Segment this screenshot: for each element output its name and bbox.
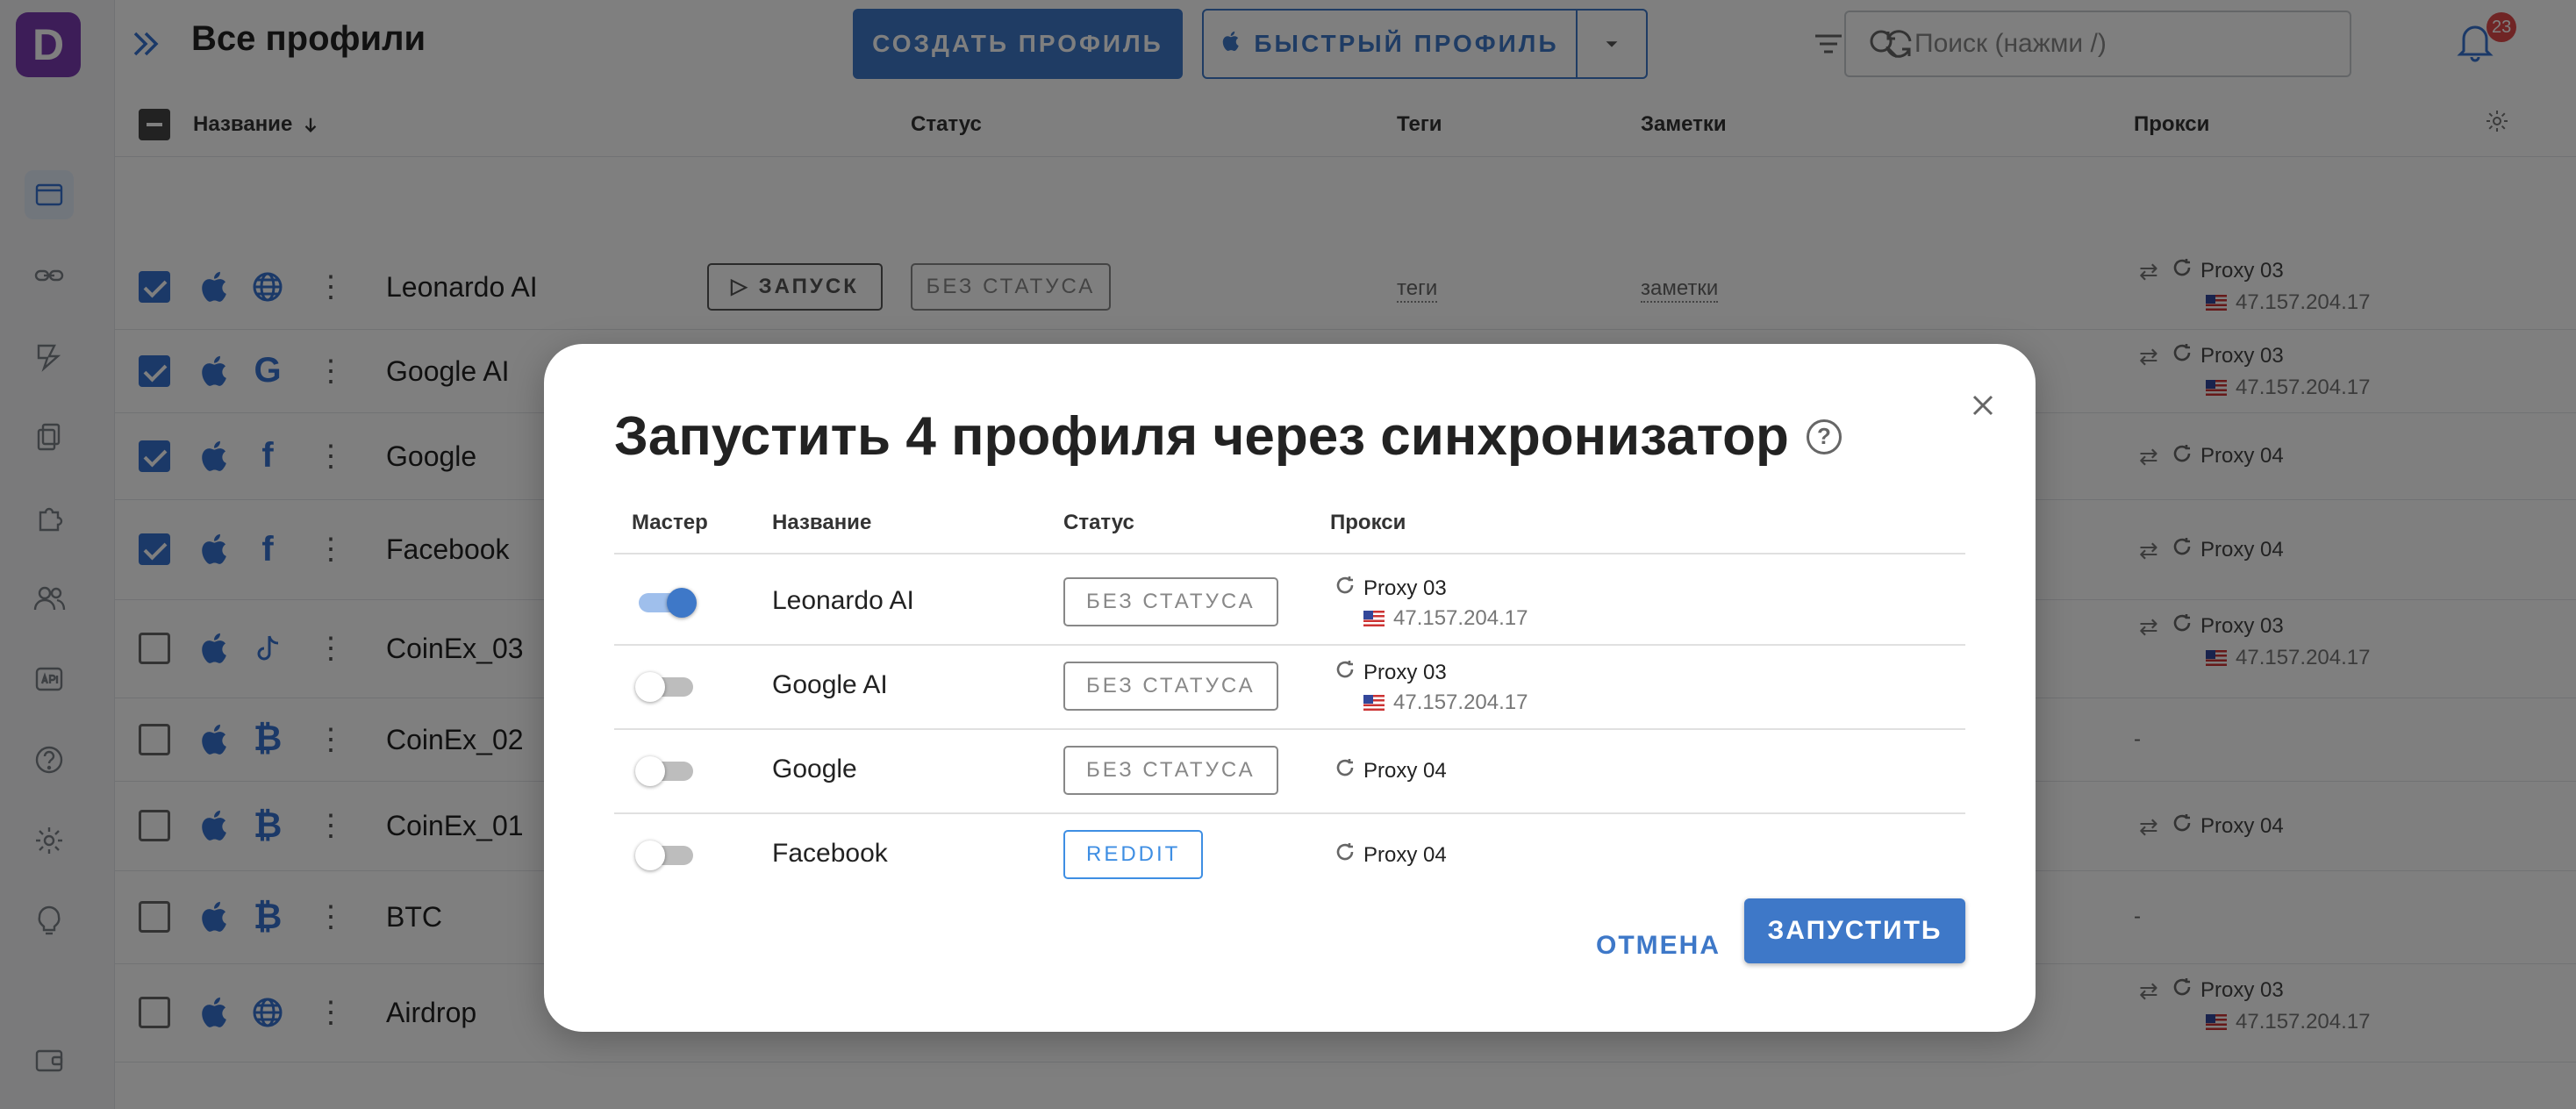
modal-column-status: Статус [1063,511,1134,534]
cancel-button[interactable]: ОТМЕНА [1571,914,1746,977]
us-flag-icon [1363,695,1385,711]
master-toggle[interactable] [635,839,693,870]
help-icon[interactable]: ? [1806,419,1842,454]
rotate-icon [1334,574,1356,603]
modal-proxy-cell: Proxy 04 [1334,841,1447,869]
master-toggle[interactable] [635,755,693,786]
modal-proxy-name: Proxy 04 [1363,758,1447,783]
modal-proxy-name: Proxy 04 [1363,842,1447,867]
modal-proxy-name: Proxy 03 [1363,660,1447,684]
modal-proxy-ip: 47.157.204.17 [1393,690,1528,714]
modal-row: Facebook REDDIT Proxy 04 [614,812,1965,897]
modal-row: Leonardo AI БЕЗ СТАТУСА Proxy 03 47.157.… [614,560,1965,646]
modal-proxy-cell: Proxy 03 47.157.204.17 [1334,658,1528,715]
modal-title: Запустить 4 профиля через синхронизатор … [614,405,1842,468]
modal-proxy-ip: 47.157.204.17 [1393,606,1528,630]
modal-table-header: Мастер Название Статус Прокси [614,511,1965,554]
us-flag-icon [1363,611,1385,626]
rotate-icon [1334,658,1356,687]
modal-status-badge: БЕЗ СТАТУСА [1063,746,1278,795]
modal-profile-name: Google AI [772,670,888,699]
close-icon[interactable] [1967,390,1999,421]
modal-status-badge: REDDIT [1063,830,1204,879]
rotate-icon [1334,841,1356,869]
modal-status-badge: БЕЗ СТАТУСА [1063,662,1278,711]
modal-profile-name: Google [772,755,857,783]
modal-status-badge: БЕЗ СТАТУСА [1063,577,1278,626]
modal-row: Google БЕЗ СТАТУСА Proxy 04 [614,728,1965,814]
launch-button[interactable]: ЗАПУСТИТЬ [1744,898,1965,963]
sync-launch-modal: Запустить 4 профиля через синхронизатор … [544,344,2036,1032]
modal-proxy-name: Proxy 03 [1363,576,1447,600]
modal-profile-name: Leonardo AI [772,586,914,615]
master-toggle[interactable] [635,670,693,702]
modal-profile-name: Facebook [772,839,888,868]
modal-column-name: Название [772,511,872,534]
modal-row: Google AI БЕЗ СТАТУСА Proxy 03 47.157.20… [614,644,1965,730]
modal-column-proxy: Прокси [1330,511,1406,534]
modal-proxy-cell: Proxy 04 [1334,756,1447,785]
master-toggle[interactable] [635,586,697,618]
rotate-icon [1334,756,1356,785]
modal-proxy-cell: Proxy 03 47.157.204.17 [1334,574,1528,631]
modal-column-master: Мастер [632,511,708,534]
modal-title-text: Запустить 4 профиля через синхронизатор [614,406,1789,467]
